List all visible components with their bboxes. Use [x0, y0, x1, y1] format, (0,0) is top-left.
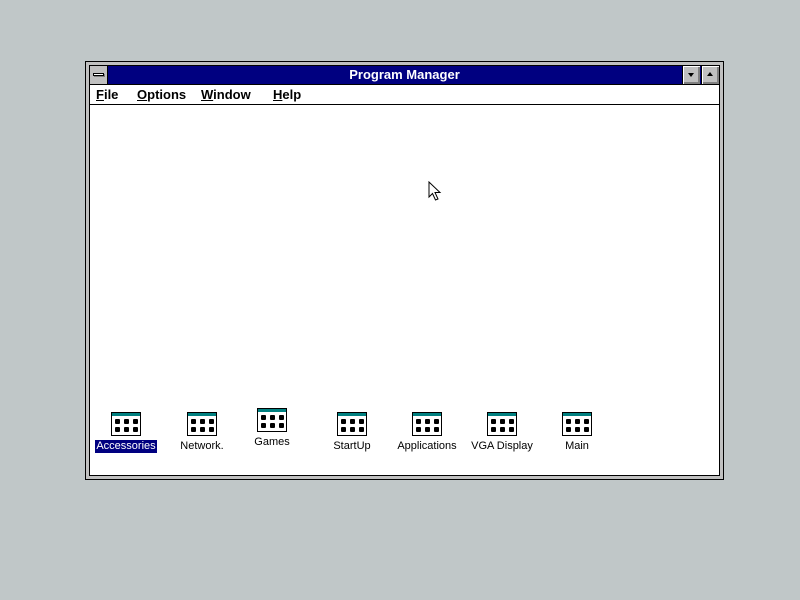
group-accessories[interactable]: Accessories [86, 412, 166, 454]
program-group-icon [257, 408, 287, 432]
workspace: Accessories Network. Games StartUp Appli… [90, 105, 719, 475]
program-group-icon [111, 412, 141, 436]
group-label: Applications [397, 440, 457, 452]
system-menu-button[interactable] [90, 66, 108, 84]
minimize-arrow-icon [688, 73, 694, 77]
menu-window-accel: W [201, 87, 214, 102]
menu-bar: File Options Window Help [90, 85, 719, 105]
menu-file[interactable]: File [96, 85, 118, 104]
window-frame: Program Manager File Options Window Help [89, 65, 720, 476]
menu-options-accel: O [137, 87, 148, 102]
program-manager-window[interactable]: Program Manager File Options Window Help [85, 61, 724, 480]
menu-window-label: indow [213, 87, 251, 102]
menu-file-label: ile [103, 87, 119, 102]
mouse-pointer-icon [428, 181, 442, 201]
menu-file-accel: F [96, 87, 104, 102]
menu-options[interactable]: Options [137, 85, 186, 104]
group-vga-display[interactable]: VGA Display [462, 412, 542, 454]
group-main[interactable]: Main [537, 412, 617, 454]
group-label: Main [565, 440, 589, 452]
menu-help-label: elp [282, 87, 302, 102]
program-group-icon [187, 412, 217, 436]
group-label: StartUp [333, 440, 371, 452]
menu-window[interactable]: Window [201, 85, 251, 104]
minimize-button[interactable] [682, 66, 700, 84]
maximize-button[interactable] [701, 66, 719, 84]
group-label: Network. [180, 440, 224, 452]
group-applications[interactable]: Applications [387, 412, 467, 454]
maximize-arrow-icon [707, 72, 713, 76]
menu-help[interactable]: Help [273, 85, 301, 104]
system-menu-icon [93, 73, 104, 76]
title-bar[interactable]: Program Manager [90, 66, 719, 85]
menu-help-accel: H [273, 87, 283, 102]
program-group-icon [487, 412, 517, 436]
program-group-icon [562, 412, 592, 436]
group-games[interactable]: Games [232, 408, 312, 450]
program-group-icon [337, 412, 367, 436]
group-label: VGA Display [471, 440, 533, 452]
group-startup[interactable]: StartUp [312, 412, 392, 454]
program-group-icon [412, 412, 442, 436]
group-label: Accessories [95, 440, 157, 453]
menu-options-label: ptions [147, 87, 187, 102]
group-label: Games [254, 436, 290, 448]
group-network[interactable]: Network. [162, 412, 242, 454]
window-title: Program Manager [349, 67, 460, 82]
